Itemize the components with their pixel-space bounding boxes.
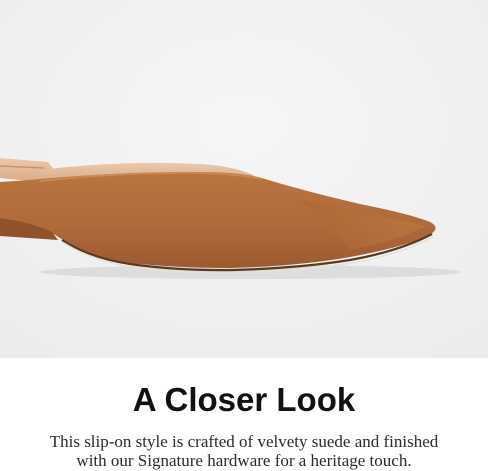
section-heading: A Closer Look	[132, 381, 356, 418]
product-detail-section: A Closer Look This slip-on style is craf…	[0, 0, 488, 471]
description-line: with our Signature hardware for a herita…	[76, 451, 412, 470]
product-image	[0, 0, 488, 358]
description-line: This slip-on style is crafted of velvety…	[49, 432, 439, 451]
section-description: This slip-on style is crafted of velvety…	[20, 432, 468, 470]
shoe-illustration	[0, 0, 488, 358]
